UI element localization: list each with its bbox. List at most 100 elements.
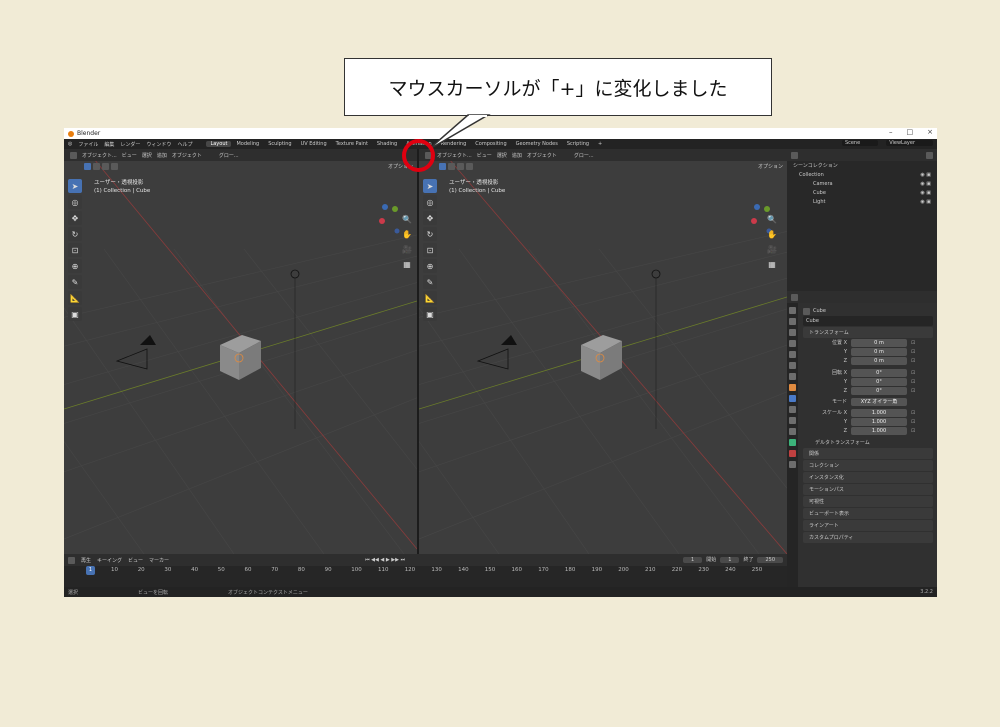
playhead[interactable]: 1 xyxy=(86,566,95,575)
tab-geometry-nodes[interactable]: Geometry Nodes xyxy=(512,141,562,147)
viewport-right[interactable]: オブジェクト... ビュー 選択 追加 オブジェクト グロー... オプション … xyxy=(419,149,787,554)
location-z-field[interactable]: 0 m xyxy=(851,356,907,365)
tab-scripting[interactable]: Scripting xyxy=(563,141,593,147)
tab-layout[interactable]: Layout xyxy=(206,141,232,147)
viewlayer-field[interactable]: ViewLayer xyxy=(886,140,933,146)
lock-icon[interactable]: ⊡ xyxy=(911,388,915,394)
ortho-grid-icon-right[interactable]: ▦ xyxy=(765,258,779,271)
select-subtract-icon-right[interactable] xyxy=(457,162,464,170)
select-extend-icon-right[interactable] xyxy=(448,162,455,170)
scale-tool-icon[interactable]: ⊡ xyxy=(68,243,82,257)
select-tool-icon-right[interactable]: ➤ xyxy=(423,179,437,193)
maximize-button[interactable]: □ xyxy=(907,128,914,136)
lock-icon[interactable]: ⊡ xyxy=(911,349,915,355)
tab-shading[interactable]: Shading xyxy=(373,141,401,147)
ortho-grid-icon[interactable]: ▦ xyxy=(400,258,414,271)
start-frame-field[interactable]: 1 xyxy=(720,556,740,563)
lock-icon[interactable]: ⊡ xyxy=(911,340,915,346)
editor-type-icon[interactable] xyxy=(70,151,77,159)
scene-field[interactable]: Scene xyxy=(841,140,879,146)
menu-edit[interactable]: 編集 xyxy=(104,141,114,148)
modifier-tab-icon[interactable] xyxy=(789,395,796,402)
object-name-field[interactable]: Cube xyxy=(806,318,819,324)
menu-object-right[interactable]: オブジェクト xyxy=(527,152,557,159)
camera-visibility-icons[interactable]: ◉ ▣ xyxy=(920,181,931,187)
physics-tab-icon[interactable] xyxy=(789,417,796,424)
outliner-row-cube[interactable]: Cube ◉ ▣ xyxy=(787,188,937,197)
light-icon[interactable] xyxy=(290,269,300,279)
output-tab-icon[interactable] xyxy=(789,329,796,336)
section-motion-paths[interactable]: モーションパス xyxy=(803,484,933,495)
lock-icon[interactable]: ⊡ xyxy=(911,370,915,376)
select-extend-icon[interactable] xyxy=(93,162,100,170)
scale-x-field[interactable]: 1.000 xyxy=(851,408,907,417)
camera-icon[interactable] xyxy=(115,348,148,370)
measure-tool-icon-right[interactable]: 📐 xyxy=(423,291,437,305)
object-tab-icon[interactable] xyxy=(789,384,796,391)
transform-tool-icon-right[interactable]: ⊕ xyxy=(423,259,437,273)
select-invert-icon[interactable] xyxy=(111,162,118,170)
outliner-row-camera[interactable]: Camera ◉ ▣ xyxy=(787,179,937,188)
section-instancing[interactable]: インスタンス化 xyxy=(803,472,933,483)
annotate-tool-icon-right[interactable]: ✎ xyxy=(423,275,437,289)
timeline-ruler[interactable]: 10 20 30 40 50 60 70 80 90 100 110 120 130 140 150 160 1… xyxy=(64,566,787,575)
menu-add-right[interactable]: 追加 xyxy=(512,152,522,159)
menu-file[interactable]: ファイル xyxy=(78,141,98,148)
cursor-tool-icon-right[interactable]: ◎ xyxy=(423,195,437,209)
add-workspace-button[interactable]: + xyxy=(594,141,606,147)
menu-view[interactable]: ビュー xyxy=(122,152,137,159)
timeline-editor-icon[interactable] xyxy=(68,556,75,564)
scene-tab-icon[interactable] xyxy=(789,351,796,358)
blender-menu-icon[interactable]: ◎ xyxy=(68,141,72,147)
section-line-art[interactable]: ラインアート xyxy=(803,520,933,531)
select-subtract-icon[interactable] xyxy=(102,162,109,170)
outliner-row-collection[interactable]: Collection ◉ ▣ xyxy=(787,170,937,179)
timeline-menu-keying[interactable]: キーイング xyxy=(97,557,122,564)
lock-icon[interactable]: ⊡ xyxy=(911,410,915,416)
select-box-icon[interactable] xyxy=(84,162,91,170)
data-tab-icon[interactable] xyxy=(789,439,796,446)
properties-editor-icon[interactable] xyxy=(791,293,798,301)
close-button[interactable]: × xyxy=(927,128,933,136)
select-tool-icon[interactable]: ➤ xyxy=(68,179,82,193)
scale-z-field[interactable]: 1.000 xyxy=(851,426,907,435)
particles-tab-icon[interactable] xyxy=(789,406,796,413)
transform-orientation-dropdown-right[interactable]: グロー... xyxy=(574,152,594,159)
pan-hand-icon-right[interactable]: ✋ xyxy=(765,228,779,241)
rotation-mode-dropdown[interactable]: XYZ オイラー角 xyxy=(851,397,907,406)
mode-dropdown-right[interactable]: オブジェクト... xyxy=(437,152,472,159)
cube-visibility-icons[interactable]: ◉ ▣ xyxy=(920,190,931,196)
world-tab-icon[interactable] xyxy=(789,362,796,369)
timeline-menu-marker[interactable]: マーカー xyxy=(149,557,169,564)
filter-icon[interactable] xyxy=(926,151,933,159)
lock-icon[interactable]: ⊡ xyxy=(911,379,915,385)
tab-modeling[interactable]: Modeling xyxy=(232,141,263,147)
outliner-scene-collection[interactable]: シーンコレクション xyxy=(787,161,937,170)
select-invert-icon-right[interactable] xyxy=(466,162,473,170)
texture-tab-icon[interactable] xyxy=(789,461,796,468)
location-y-field[interactable]: 0 m xyxy=(851,347,907,356)
rotation-z-field[interactable]: 0° xyxy=(851,386,907,395)
options-dropdown-right[interactable]: オプション xyxy=(758,163,783,170)
transform-orientation-dropdown[interactable]: グロー... xyxy=(219,152,239,159)
section-collections[interactable]: コレクション xyxy=(803,460,933,471)
lock-icon[interactable]: ⊡ xyxy=(911,358,915,364)
section-custom-properties[interactable]: カスタムプロパティ xyxy=(803,532,933,543)
transform-section-header[interactable]: トランスフォーム xyxy=(803,327,933,338)
menu-view-right[interactable]: ビュー xyxy=(477,152,492,159)
current-frame-field[interactable]: 1 xyxy=(683,556,703,563)
end-frame-field[interactable]: 250 xyxy=(757,556,783,563)
tab-rendering[interactable]: Rendering xyxy=(437,141,471,147)
section-visibility[interactable]: 可視性 xyxy=(803,496,933,507)
timeline-menu-view[interactable]: ビュー xyxy=(128,557,143,564)
zoom-icon-right[interactable]: 🔍 xyxy=(765,213,779,226)
menu-add[interactable]: 追加 xyxy=(157,152,167,159)
tab-compositing[interactable]: Compositing xyxy=(471,141,510,147)
menu-window[interactable]: ウィンドウ xyxy=(146,141,171,148)
tab-uv-editing[interactable]: UV Editing xyxy=(297,141,331,147)
material-tab-icon[interactable] xyxy=(789,450,796,457)
move-tool-icon-right[interactable]: ✥ xyxy=(423,211,437,225)
menu-help[interactable]: ヘルプ xyxy=(177,141,192,148)
location-x-field[interactable]: 0 m xyxy=(851,338,907,347)
add-cube-tool-icon[interactable]: ▣ xyxy=(68,307,82,321)
